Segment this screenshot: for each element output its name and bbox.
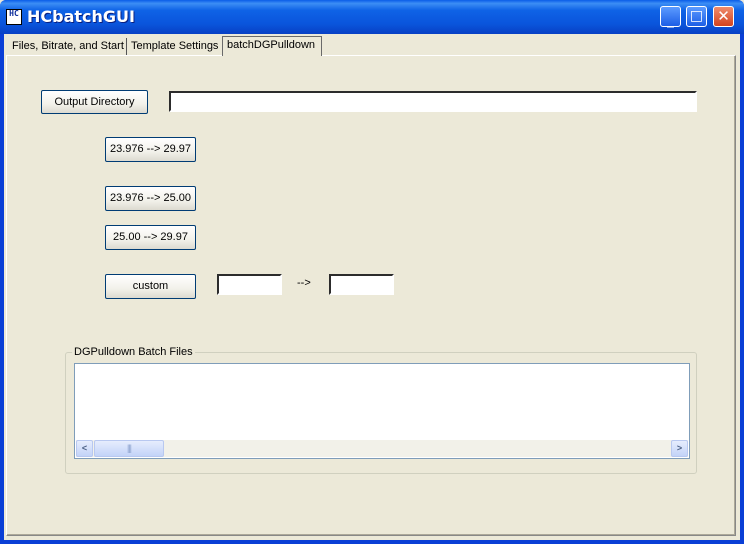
batch-files-horizontal-scrollbar[interactable]: < ||| > xyxy=(76,440,688,457)
tab-files-bitrate-start[interactable]: Files, Bitrate, and Start xyxy=(8,38,124,56)
batch-files-groupbox: DGPulldown Batch Files < ||| > xyxy=(65,346,697,474)
window-client-area: Files, Bitrate, and Start Template Setti… xyxy=(4,34,740,540)
minimize-button[interactable]: _ xyxy=(660,6,681,28)
maximize-button[interactable]: □ xyxy=(686,6,707,27)
tab-batch-dgpulldown[interactable]: batchDGPulldown xyxy=(222,36,322,56)
close-icon: ✕ xyxy=(717,7,730,25)
scroll-right-icon[interactable]: > xyxy=(671,440,688,457)
maximize-icon: □ xyxy=(689,8,704,24)
output-directory-field[interactable] xyxy=(169,91,697,112)
custom-button[interactable]: custom xyxy=(105,274,196,299)
convert-23976-to-2997-button[interactable]: 23.976 --> 29.97 xyxy=(105,137,196,162)
tab-panel-batch-dgpulldown: Output Directory 23.976 --> 29.97 23.976… xyxy=(6,55,736,536)
scroll-thumb[interactable]: ||| xyxy=(94,440,164,457)
convert-23976-to-2500-button[interactable]: 23.976 --> 25.00 xyxy=(105,186,196,211)
minimize-icon: _ xyxy=(667,12,674,28)
custom-to-field[interactable] xyxy=(329,274,394,295)
app-icon: HC xyxy=(6,9,22,25)
close-button[interactable]: ✕ xyxy=(713,6,734,27)
scroll-left-icon[interactable]: < xyxy=(76,440,93,457)
title-bar[interactable]: HC HCbatchGUI _ □ ✕ xyxy=(0,0,744,34)
window-title: HCbatchGUI xyxy=(27,7,135,26)
convert-2500-to-2997-button[interactable]: 25.00 --> 29.97 xyxy=(105,225,196,250)
custom-arrow-label: --> xyxy=(297,277,311,289)
tab-template-settings[interactable]: Template Settings xyxy=(126,38,220,56)
batch-files-listbox[interactable]: < ||| > xyxy=(74,363,690,459)
batch-files-group-label: DGPulldown Batch Files xyxy=(72,346,195,358)
app-window: HC HCbatchGUI _ □ ✕ Files, Bitrate, and … xyxy=(0,0,744,544)
custom-from-field[interactable] xyxy=(217,274,282,295)
output-directory-button[interactable]: Output Directory xyxy=(41,90,148,114)
